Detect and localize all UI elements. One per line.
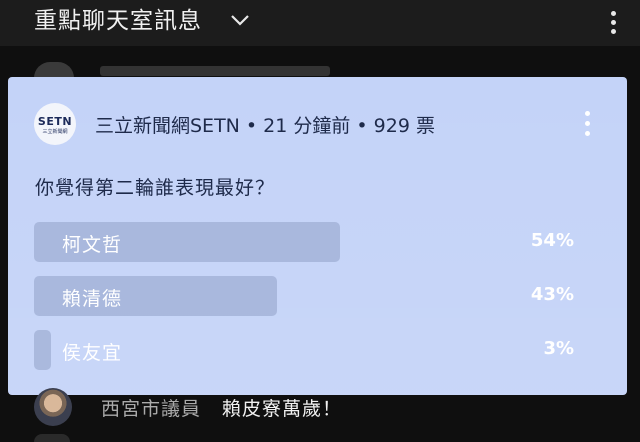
poll-option-percent: 54% (530, 230, 574, 251)
poll-option-bar (34, 330, 51, 370)
more-vert-icon[interactable] (604, 8, 624, 38)
poll-option[interactable]: 侯友宜 3% (34, 330, 600, 370)
poll-question: 你覺得第二輪誰表現最好？ (35, 177, 276, 199)
obscured-message (100, 66, 330, 76)
chat-header: 重點聊天室訊息 (0, 0, 640, 46)
poll-option-label: 柯文哲 (62, 234, 123, 256)
poll-option-percent: 43% (530, 284, 574, 305)
poll-option-label: 賴清德 (62, 288, 123, 310)
avatar (34, 62, 74, 78)
avatar[interactable] (34, 388, 72, 426)
message-author[interactable]: 西宮市議員 (101, 394, 201, 421)
poll-option-label: 侯友宜 (62, 342, 123, 364)
chat-message[interactable]: 西宮市議員 賴皮寮萬歲！ (0, 388, 640, 428)
poll-option[interactable]: 柯文哲 54% (34, 222, 600, 262)
chat-mode-title[interactable]: 重點聊天室訊息 (34, 6, 202, 36)
channel-logo-subtext: 三立新聞網 (42, 129, 68, 135)
channel-logo-text: SETN (37, 115, 73, 128)
poll-option-percent: 3% (543, 338, 574, 359)
chevron-down-icon[interactable] (229, 11, 251, 29)
poll-option[interactable]: 賴清德 43% (34, 276, 600, 316)
channel-avatar[interactable]: SETN 三立新聞網 (34, 103, 76, 145)
message-text: 賴皮寮萬歲！ (222, 398, 343, 420)
more-vert-icon[interactable] (582, 109, 594, 139)
poll-card: SETN 三立新聞網 三立新聞網SETN • 21 分鐘前 • 929 票 你覺… (8, 77, 627, 395)
poll-meta: 三立新聞網SETN • 21 分鐘前 • 929 票 (95, 115, 435, 137)
